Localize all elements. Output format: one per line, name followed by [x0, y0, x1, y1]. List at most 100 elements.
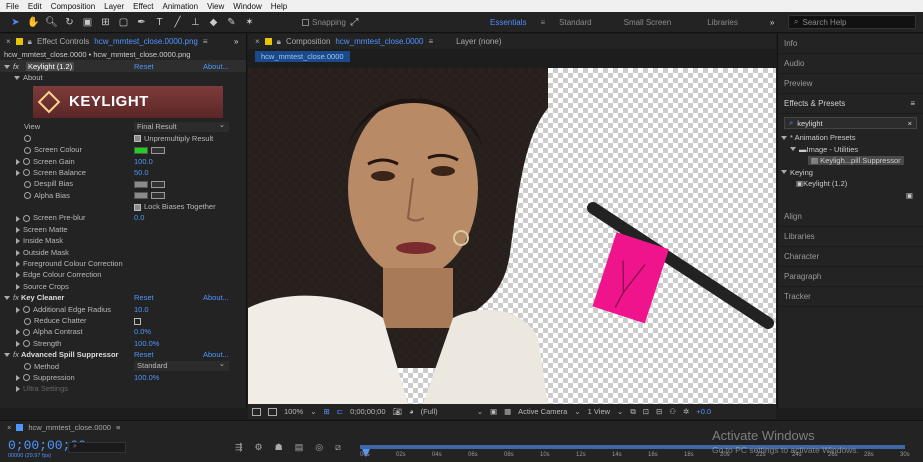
- expand-icon[interactable]: [4, 296, 10, 301]
- menu-window[interactable]: Window: [233, 2, 261, 11]
- tree-image-utilities[interactable]: ▬ Image - Utilities: [778, 144, 923, 156]
- tree-keylight-effect[interactable]: ▣ Keylight (1.2): [778, 178, 923, 190]
- stopwatch-icon[interactable]: [24, 192, 31, 200]
- expand-icon[interactable]: [16, 249, 20, 256]
- key-cleaner-about-button[interactable]: About...: [203, 293, 229, 302]
- expand-icon[interactable]: [4, 64, 10, 69]
- eraser-tool-icon[interactable]: ◆: [208, 17, 219, 28]
- stopwatch-icon[interactable]: [23, 306, 30, 314]
- expand-icon[interactable]: [16, 340, 20, 347]
- layer-tab[interactable]: Layer (none): [456, 37, 501, 46]
- expand-icon[interactable]: [781, 170, 787, 175]
- panel-menu-icon[interactable]: ≡: [116, 423, 120, 432]
- expand-icon[interactable]: [16, 374, 20, 381]
- menu-effect[interactable]: Effect: [133, 2, 153, 11]
- character-panel-tab[interactable]: Character: [778, 247, 923, 267]
- alpha-contrast-value[interactable]: 0.0%: [134, 327, 151, 336]
- resolution-dropdown[interactable]: (Full): [421, 407, 438, 416]
- screen-balance-value[interactable]: 50.0: [134, 168, 149, 177]
- workspace-standard[interactable]: Standard: [559, 18, 591, 27]
- clear-search-icon[interactable]: ×: [908, 119, 912, 128]
- lock-icon[interactable]: 🔒︎: [277, 37, 281, 47]
- spill-suppressor-reset-button[interactable]: Reset: [134, 350, 154, 359]
- panel-menu-icon[interactable]: ≡: [910, 99, 915, 108]
- rotation-tool-icon[interactable]: ↻: [64, 17, 75, 28]
- eyedropper-icon[interactable]: [151, 180, 165, 188]
- shape-tool-icon[interactable]: ▢: [118, 17, 129, 28]
- workspace-libraries[interactable]: Libraries: [707, 18, 738, 27]
- always-preview-icon[interactable]: [252, 407, 261, 416]
- workspace-overflow[interactable]: »: [770, 18, 774, 27]
- chevron-down-icon[interactable]: ⌄: [477, 407, 483, 416]
- mask-visibility-icon[interactable]: ⊏: [337, 407, 343, 416]
- screen-preblur-value[interactable]: 0.0: [134, 213, 144, 222]
- stopwatch-icon[interactable]: [24, 146, 31, 154]
- clone-stamp-tool-icon[interactable]: ⊥: [190, 17, 201, 28]
- expand-icon[interactable]: [16, 169, 20, 176]
- type-tool-icon[interactable]: T: [154, 17, 165, 28]
- hand-tool-icon[interactable]: ✋: [27, 17, 39, 28]
- expand-icon[interactable]: [16, 215, 20, 222]
- panel-overflow[interactable]: »: [234, 37, 238, 46]
- lock-biases-checkbox[interactable]: [134, 203, 141, 211]
- transparency-grid-icon[interactable]: ▦: [504, 407, 511, 416]
- snapping-toggle[interactable]: Snapping ⤢: [302, 17, 360, 28]
- panel-menu-icon[interactable]: ≡: [203, 37, 208, 46]
- section-outside-mask[interactable]: Outside Mask: [0, 246, 246, 257]
- eyedropper-icon[interactable]: [151, 146, 165, 154]
- composition-viewer[interactable]: [248, 68, 776, 404]
- panel-menu-icon[interactable]: ≡: [428, 37, 433, 46]
- chevron-down-icon[interactable]: ⌄: [617, 407, 623, 416]
- timecode-display[interactable]: 0;00;00;00: [350, 407, 385, 416]
- paragraph-panel-tab[interactable]: Paragraph: [778, 267, 923, 287]
- expand-icon[interactable]: [781, 135, 787, 140]
- snapping-checkbox[interactable]: [302, 18, 309, 26]
- shy-layers-icon[interactable]: ☗: [275, 442, 283, 453]
- expand-icon[interactable]: [16, 386, 20, 393]
- workspace-essentials[interactable]: Essentials: [490, 18, 526, 27]
- composition-tab-file[interactable]: hcw_mmtest_close.0000: [335, 37, 423, 46]
- composition-tab-title[interactable]: Composition: [286, 37, 330, 46]
- camera-dropdown[interactable]: Active Camera: [518, 407, 567, 416]
- workspace-small-screen[interactable]: Small Screen: [624, 18, 672, 27]
- info-panel-tab[interactable]: Info: [778, 34, 923, 54]
- menu-help[interactable]: Help: [271, 2, 287, 11]
- zoom-dropdown[interactable]: 100%: [284, 407, 303, 416]
- expand-icon[interactable]: [16, 329, 20, 336]
- exposure-value[interactable]: +0.0: [696, 407, 711, 416]
- keylight-about-button[interactable]: About...: [203, 62, 229, 71]
- stopwatch-icon[interactable]: [24, 180, 31, 188]
- expand-icon[interactable]: [4, 353, 10, 358]
- section-source-crops[interactable]: Source Crops: [0, 281, 246, 292]
- graph-editor-icon[interactable]: ⧄: [335, 442, 341, 453]
- expand-icon[interactable]: [16, 306, 20, 313]
- expand-icon[interactable]: [16, 158, 20, 165]
- flowchart-icon[interactable]: ⚇: [669, 407, 676, 416]
- keylight-name[interactable]: Keylight (1.2): [26, 61, 75, 71]
- draft-3d-icon[interactable]: ⚙: [255, 442, 263, 453]
- menu-animation[interactable]: Animation: [162, 2, 198, 11]
- expand-icon[interactable]: [790, 147, 796, 152]
- stopwatch-icon[interactable]: [24, 135, 31, 143]
- color-channel-icon[interactable]: ◕: [409, 407, 414, 416]
- tracker-panel-tab[interactable]: Tracker: [778, 287, 923, 307]
- close-icon[interactable]: ×: [255, 37, 260, 46]
- view-dropdown[interactable]: Final Result: [134, 120, 229, 132]
- about-section[interactable]: About: [0, 72, 246, 83]
- section-screen-matte[interactable]: Screen Matte: [0, 224, 246, 235]
- key-cleaner-effect-header[interactable]: fx Key Cleaner Reset About...: [0, 292, 246, 303]
- close-icon[interactable]: ×: [7, 423, 11, 432]
- stopwatch-icon[interactable]: [23, 215, 30, 222]
- screen-colour-swatch[interactable]: [134, 146, 148, 154]
- tree-keying[interactable]: Keying: [778, 167, 923, 179]
- libraries-panel-tab[interactable]: Libraries: [778, 227, 923, 247]
- expand-icon[interactable]: [16, 226, 20, 233]
- method-dropdown[interactable]: Standard: [134, 359, 229, 372]
- effect-controls-tab[interactable]: × 🔒︎ Effect Controls hcw_mmtest_close.00…: [0, 34, 246, 49]
- fx-icon[interactable]: fx: [13, 293, 19, 302]
- keylight-reset-button[interactable]: Reset: [134, 62, 154, 71]
- stopwatch-icon[interactable]: [24, 317, 31, 325]
- preview-panel-tab[interactable]: Preview: [778, 74, 923, 94]
- menu-file[interactable]: File: [6, 2, 19, 11]
- frame-blending-icon[interactable]: ▤: [295, 442, 304, 453]
